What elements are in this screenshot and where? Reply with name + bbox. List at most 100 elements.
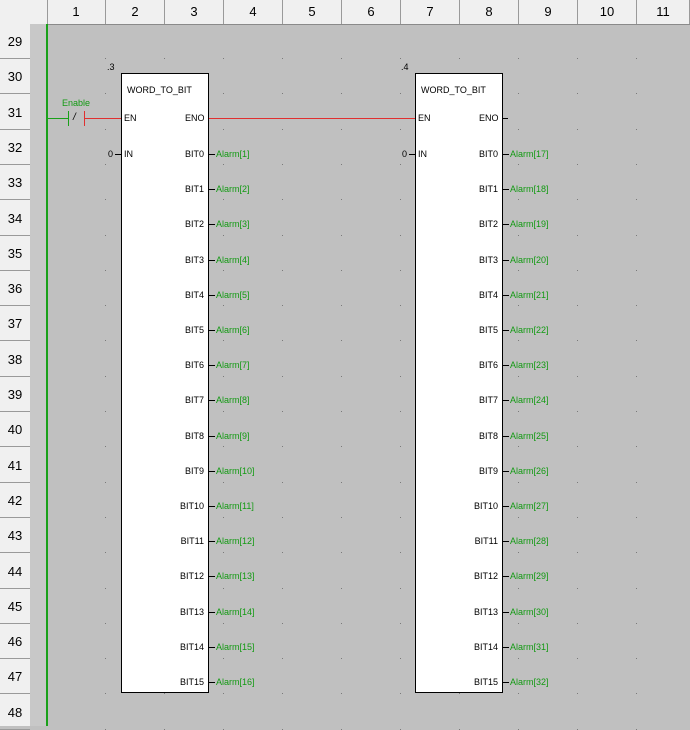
output-pin[interactable]: BIT7 (161, 395, 204, 405)
output-variable[interactable]: Alarm[16] (216, 677, 255, 687)
eno-pin[interactable]: ENO (479, 113, 499, 123)
output-pin[interactable]: BIT2 (161, 219, 204, 229)
output-variable[interactable]: Alarm[29] (510, 571, 549, 581)
output-pin[interactable]: BIT3 (161, 255, 204, 265)
row-header-cell[interactable]: 31 (0, 95, 30, 130)
row-header-cell[interactable]: 38 (0, 342, 30, 377)
output-variable[interactable]: Alarm[24] (510, 395, 549, 405)
output-variable[interactable]: Alarm[14] (216, 607, 255, 617)
row-header-cell[interactable]: 37 (0, 306, 30, 342)
output-pin[interactable]: BIT12 (455, 571, 498, 581)
output-pin[interactable]: BIT13 (161, 607, 204, 617)
row-header-cell[interactable]: 46 (0, 624, 30, 660)
output-variable[interactable]: Alarm[2] (216, 184, 250, 194)
output-variable[interactable]: Alarm[4] (216, 255, 250, 265)
output-variable[interactable]: Alarm[25] (510, 431, 549, 441)
output-pin[interactable]: BIT8 (161, 431, 204, 441)
output-variable[interactable]: Alarm[31] (510, 642, 549, 652)
output-pin[interactable]: BIT0 (455, 149, 498, 159)
row-header-cell[interactable]: 47 (0, 659, 30, 695)
output-pin[interactable]: BIT11 (161, 536, 204, 546)
row-header-cell[interactable]: 40 (0, 412, 30, 448)
output-variable[interactable]: Alarm[30] (510, 607, 549, 617)
output-variable[interactable]: Alarm[10] (216, 466, 255, 476)
output-variable[interactable]: Alarm[20] (510, 255, 549, 265)
output-pin[interactable]: BIT0 (161, 149, 204, 159)
output-variable[interactable]: Alarm[22] (510, 325, 549, 335)
column-header-cell[interactable]: 8 (460, 0, 519, 24)
row-header-cell[interactable]: 36 (0, 271, 30, 307)
row-header-cell[interactable]: 39 (0, 377, 30, 412)
row-header-cell[interactable]: 44 (0, 554, 30, 589)
output-variable[interactable]: Alarm[5] (216, 290, 250, 300)
output-variable[interactable]: Alarm[17] (510, 149, 549, 159)
column-header-cell[interactable]: 5 (283, 0, 342, 24)
output-pin[interactable]: BIT9 (161, 466, 204, 476)
output-pin[interactable]: BIT6 (455, 360, 498, 370)
output-variable[interactable]: Alarm[21] (510, 290, 549, 300)
column-header-cell[interactable]: 6 (342, 0, 401, 24)
output-pin[interactable]: BIT6 (161, 360, 204, 370)
output-pin[interactable]: BIT10 (455, 501, 498, 511)
output-pin[interactable]: BIT1 (455, 184, 498, 194)
output-variable[interactable]: Alarm[18] (510, 184, 549, 194)
en-pin[interactable]: EN (124, 113, 137, 123)
output-pin[interactable]: BIT10 (161, 501, 204, 511)
output-pin[interactable]: BIT5 (161, 325, 204, 335)
output-pin[interactable]: BIT11 (455, 536, 498, 546)
output-pin[interactable]: BIT5 (455, 325, 498, 335)
output-pin[interactable]: BIT8 (455, 431, 498, 441)
output-variable[interactable]: Alarm[9] (216, 431, 250, 441)
in-pin[interactable]: IN (124, 149, 133, 159)
column-header-cell[interactable]: 3 (165, 0, 224, 24)
row-header-cell[interactable]: 41 (0, 448, 30, 483)
output-variable[interactable]: Alarm[19] (510, 219, 549, 229)
function-block-word-to-bit[interactable] (415, 73, 503, 693)
output-variable[interactable]: Alarm[12] (216, 536, 255, 546)
row-header-cell[interactable]: 42 (0, 483, 30, 518)
column-header-cell[interactable]: 10 (578, 0, 637, 24)
output-variable[interactable]: Alarm[6] (216, 325, 250, 335)
output-variable[interactable]: Alarm[28] (510, 536, 549, 546)
output-pin[interactable]: BIT4 (161, 290, 204, 300)
eno-pin[interactable]: ENO (185, 113, 205, 123)
enable-contact[interactable]: / (48, 109, 88, 129)
output-pin[interactable]: BIT14 (161, 642, 204, 652)
row-header-cell[interactable]: 32 (0, 130, 30, 165)
function-block-word-to-bit[interactable] (121, 73, 209, 693)
row-header-cell[interactable]: 30 (0, 59, 30, 95)
output-pin[interactable]: BIT3 (455, 255, 498, 265)
output-pin[interactable]: BIT4 (455, 290, 498, 300)
row-header-cell[interactable]: 34 (0, 201, 30, 236)
output-variable[interactable]: Alarm[15] (216, 642, 255, 652)
column-header-cell[interactable]: 1 (47, 0, 106, 24)
row-header-cell[interactable]: 45 (0, 589, 30, 624)
output-pin[interactable]: BIT15 (161, 677, 204, 687)
column-header-cell[interactable]: 7 (401, 0, 460, 24)
output-pin[interactable]: BIT7 (455, 395, 498, 405)
column-header-cell[interactable]: 9 (519, 0, 578, 24)
row-header-cell[interactable]: 29 (0, 24, 30, 59)
output-pin[interactable]: BIT13 (455, 607, 498, 617)
output-variable[interactable]: Alarm[3] (216, 219, 250, 229)
output-variable[interactable]: Alarm[32] (510, 677, 549, 687)
output-variable[interactable]: Alarm[26] (510, 466, 549, 476)
output-variable[interactable]: Alarm[23] (510, 360, 549, 370)
output-variable[interactable]: Alarm[27] (510, 501, 549, 511)
output-pin[interactable]: BIT12 (161, 571, 204, 581)
en-pin[interactable]: EN (418, 113, 431, 123)
output-variable[interactable]: Alarm[1] (216, 149, 250, 159)
output-pin[interactable]: BIT1 (161, 184, 204, 194)
in-pin[interactable]: IN (418, 149, 427, 159)
row-header-cell[interactable]: 43 (0, 518, 30, 554)
output-variable[interactable]: Alarm[13] (216, 571, 255, 581)
output-pin[interactable]: BIT9 (455, 466, 498, 476)
row-header-cell[interactable]: 33 (0, 165, 30, 201)
output-variable[interactable]: Alarm[8] (216, 395, 250, 405)
output-pin[interactable]: BIT14 (455, 642, 498, 652)
column-header-cell[interactable]: 11 (637, 0, 690, 24)
column-header-cell[interactable]: 2 (106, 0, 165, 24)
output-pin[interactable]: BIT15 (455, 677, 498, 687)
output-variable[interactable]: Alarm[7] (216, 360, 250, 370)
output-variable[interactable]: Alarm[11] (216, 501, 254, 511)
